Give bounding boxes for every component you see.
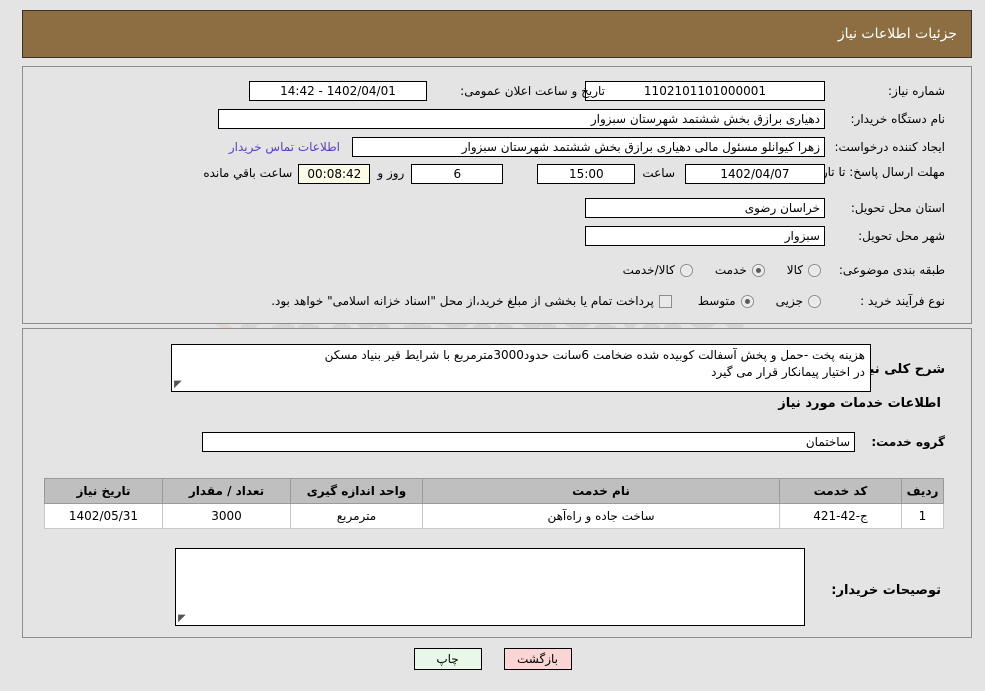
process-type-label: نوع فرآیند خرید : xyxy=(860,294,945,308)
category-label: طبقه بندی موضوعی: xyxy=(838,263,945,277)
services-heading: اطلاعات خدمات مورد نیاز xyxy=(778,396,941,411)
radio-icon[interactable] xyxy=(808,263,821,277)
page-title: جزئیات اطلاعات نیاز xyxy=(837,26,957,42)
description-textarea[interactable]: هزینه پخت -حمل و پخش آسفالت کوبیده شده ض… xyxy=(171,344,871,392)
cell-quantity: 3000 xyxy=(162,503,291,529)
page-root: AriaTender.net جزئیات اطلاعات نیاز شماره… xyxy=(0,0,985,691)
window-titlebar: جزئیات اطلاعات نیاز xyxy=(22,10,972,58)
category-option-kala-khedmat[interactable]: کالا/خدمت xyxy=(623,263,693,277)
description-line-2: در اختیار پیمانکار قرار می گیرد xyxy=(711,365,865,379)
buyer-org-row: نام دستگاه خریدار: دهیاری برازق بخش ششتم… xyxy=(218,108,945,130)
announce-datetime-row: تاریخ و ساعت اعلان عمومی: 1402/04/01 - 1… xyxy=(249,80,605,102)
category-option-khedmat[interactable]: خدمت xyxy=(715,263,765,277)
requester-value: زهرا کیوانلو مسئول مالی دهیاری برازق بخش… xyxy=(352,137,825,157)
city-value: سبزوار xyxy=(585,226,825,246)
table-header-row: ردیف کد خدمت نام خدمت واحد اندازه گیری ت… xyxy=(44,478,944,504)
process-option-motavasset[interactable]: متوسط xyxy=(698,294,754,308)
requester-row: ایجاد کننده درخواست: زهرا کیوانلو مسئول … xyxy=(229,136,945,158)
province-label: استان محل تحویل: xyxy=(850,201,945,215)
city-label: شهر محل تحویل: xyxy=(858,229,945,243)
need-number-row: شماره نیاز: 1102101101000001 xyxy=(585,80,945,102)
table-col-row-no: ردیف xyxy=(901,478,944,504)
city-row: شهر محل تحویل: سبزوار xyxy=(585,225,945,247)
radio-icon[interactable] xyxy=(740,294,754,308)
resize-grip-icon[interactable]: ◥ xyxy=(178,613,188,624)
process-option-jozii[interactable]: جزیی xyxy=(776,294,821,308)
need-number-value: 1102101101000001 xyxy=(585,81,825,101)
service-group-row: گروه خدمت: ساختمان xyxy=(202,431,945,453)
province-value: خراسان رضوی xyxy=(585,198,825,218)
category-option-label: کالا/خدمت xyxy=(622,263,675,277)
buyer-contact-link[interactable]: اطلاعات تماس خریدار xyxy=(229,140,340,154)
print-button[interactable]: چاپ xyxy=(413,648,482,670)
need-info-panel xyxy=(22,66,972,324)
deadline-countdown: 00:08:42 xyxy=(298,164,371,184)
treasury-checkbox-label: پرداخت تمام یا بخشی از مبلغ خرید،از محل … xyxy=(271,294,654,308)
table-col-quantity: تعداد / مقدار xyxy=(162,478,291,504)
radio-icon[interactable] xyxy=(808,294,821,308)
category-row: طبقه بندی موضوعی: کالا خدمت کالا/خدمت xyxy=(623,259,945,281)
category-option-kala[interactable]: کالا xyxy=(787,263,821,277)
cell-service-name: ساخت جاده و راه‌آهن xyxy=(422,503,780,529)
deadline-countdown-label: ساعت باقي مانده xyxy=(203,166,293,180)
process-option-label: جزیی xyxy=(775,294,803,308)
service-group-label: گروه خدمت: xyxy=(871,435,945,449)
deadline-row: مهلت ارسال پاسخ: تا تاریخ: 1402/04/07 سا… xyxy=(203,164,945,186)
cell-row-no: 1 xyxy=(901,503,944,529)
table-col-service-code: کد خدمت xyxy=(779,478,902,504)
radio-icon[interactable] xyxy=(751,263,765,277)
buyer-notes-textarea[interactable]: ◥ xyxy=(175,548,805,626)
announce-datetime-value: 1402/04/01 - 14:42 xyxy=(249,81,427,101)
radio-icon[interactable] xyxy=(679,263,693,277)
buyer-notes-label: توصیحات خریدار: xyxy=(831,583,941,598)
checkbox-icon[interactable] xyxy=(658,294,672,308)
province-row: استان محل تحویل: خراسان رضوی xyxy=(585,197,945,219)
table-col-service-name: نام خدمت xyxy=(422,478,780,504)
action-buttons: بازگشت چاپ xyxy=(0,648,985,670)
resize-grip-icon[interactable]: ◥ xyxy=(174,379,184,390)
deadline-time: 15:00 xyxy=(537,164,636,184)
need-number-label: شماره نیاز: xyxy=(888,84,945,98)
back-button[interactable]: بازگشت xyxy=(503,648,572,670)
category-option-label: کالا xyxy=(786,263,803,277)
buyer-org-label: نام دستگاه خریدار: xyxy=(850,112,946,126)
deadline-label: مهلت ارسال پاسخ: تا تاریخ: xyxy=(806,165,945,179)
cell-need-date: 1402/05/31 xyxy=(44,503,163,529)
cell-unit: مترمربع xyxy=(290,503,423,529)
process-option-label: متوسط xyxy=(697,294,736,308)
table-col-unit: واحد اندازه گیری xyxy=(290,478,423,504)
category-option-label: خدمت xyxy=(714,263,747,277)
treasury-checkbox[interactable]: پرداخت تمام یا بخشی از مبلغ خرید،از محل … xyxy=(271,294,672,308)
service-group-value: ساختمان xyxy=(202,432,855,452)
process-type-row: نوع فرآیند خرید : جزیی متوسط پرداخت تمام… xyxy=(271,290,945,312)
buyer-org-value: دهیاری برازق بخش ششتمد شهرستان سبزوار xyxy=(218,109,825,129)
services-table: ردیف کد خدمت نام خدمت واحد اندازه گیری ت… xyxy=(44,478,944,529)
deadline-days-label: روز و xyxy=(377,166,405,180)
description-line-1: هزینه پخت -حمل و پخش آسفالت کوبیده شده ض… xyxy=(324,348,865,362)
deadline-time-label: ساعت xyxy=(642,166,675,180)
deadline-days: 6 xyxy=(411,164,504,184)
cell-service-code: ج-42-421 xyxy=(779,503,902,529)
announce-datetime-label: تاریخ و ساعت اعلان عمومی: xyxy=(460,84,605,98)
table-row[interactable]: 1 ج-42-421 ساخت جاده و راه‌آهن مترمربع 3… xyxy=(44,503,944,529)
requester-label: ایجاد کننده درخواست: xyxy=(834,140,945,154)
deadline-date: 1402/04/07 xyxy=(685,164,825,184)
table-col-need-date: تاریخ نیاز xyxy=(44,478,163,504)
